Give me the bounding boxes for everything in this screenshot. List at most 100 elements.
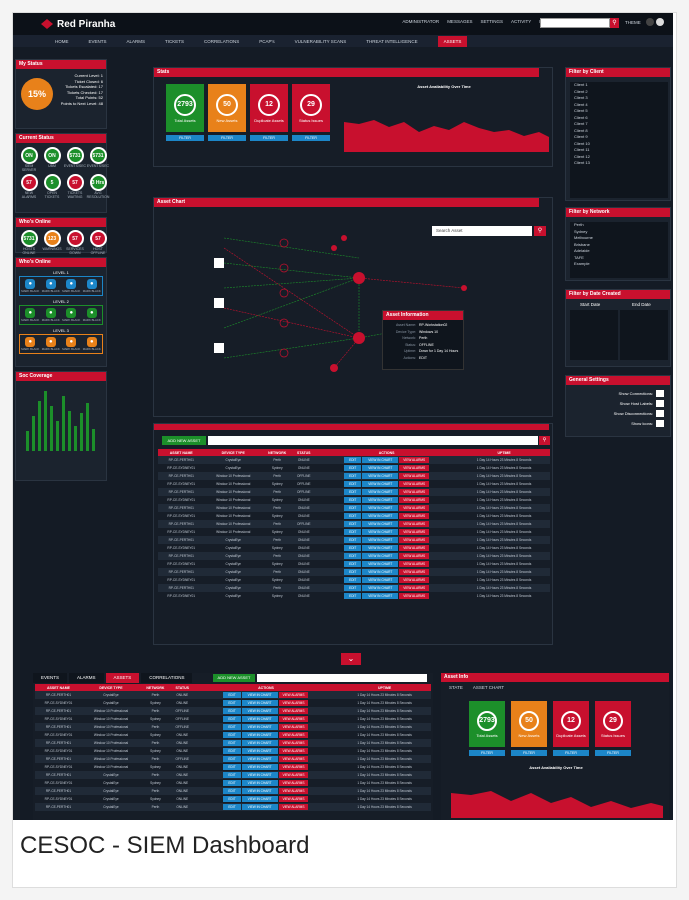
bottom-tab[interactable]: ASSETS (105, 673, 140, 683)
view-chart-button[interactable]: VIEW IN CHART (362, 521, 399, 527)
column-header[interactable]: UPTIME (458, 449, 550, 456)
view-alarms-button[interactable]: VIEW ALARMS (399, 553, 430, 559)
view-chart-button[interactable]: VIEW IN CHART (241, 780, 278, 786)
view-alarms-button[interactable]: VIEW ALARMS (399, 577, 430, 583)
view-chart-button[interactable]: VIEW IN CHART (362, 545, 399, 551)
view-chart-button[interactable]: VIEW IN CHART (241, 740, 278, 746)
table-row[interactable]: RP-CE-PERTH01 CrystalEye Perth ONLINE EDIT V… (35, 771, 431, 779)
view-chart-button[interactable]: VIEW IN CHART (362, 561, 399, 567)
user-item[interactable]: ● MARK BLACK (42, 308, 60, 322)
edit-button[interactable]: EDIT (344, 569, 362, 575)
filter-button[interactable]: FILTER (553, 750, 589, 756)
column-header[interactable]: DEVICE TYPE (204, 449, 263, 456)
user-item[interactable]: ● MARK BLACK (42, 337, 60, 351)
edit-button[interactable]: EDIT (344, 513, 362, 519)
bottom-tab[interactable]: CORRELATIONS (141, 673, 193, 683)
edit-button[interactable]: EDIT (223, 700, 241, 706)
edit-button[interactable]: EDIT (344, 577, 362, 583)
theme-dark-dot[interactable] (646, 18, 654, 26)
top-link[interactable]: MESSAGES (447, 19, 472, 24)
view-chart-button[interactable]: VIEW IN CHART (362, 577, 399, 583)
edit-button[interactable]: EDIT (344, 505, 362, 511)
bottom-tab[interactable]: ALARMS (69, 673, 104, 683)
client-item[interactable]: Client 13 (570, 160, 668, 167)
view-alarms-button[interactable]: VIEW ALARMS (399, 513, 430, 519)
view-chart-button[interactable]: VIEW IN CHART (241, 700, 278, 706)
search-icon[interactable]: ⚲ (534, 226, 546, 236)
view-chart-button[interactable]: VIEW IN CHART (362, 593, 399, 599)
edit-button[interactable]: EDIT (344, 537, 362, 543)
table-row[interactable]: RP-CE-PERTH01 Window 10 Professional Perth… (35, 723, 431, 731)
user-item[interactable]: ● MARK BLACK (21, 308, 39, 322)
filter-button[interactable]: FILTER (292, 135, 330, 141)
view-alarms-button[interactable]: VIEW ALARMS (278, 796, 309, 802)
setting-checkbox[interactable] (656, 409, 664, 417)
user-item[interactable]: ● MARK BLACK (21, 279, 39, 293)
edit-button[interactable]: EDIT (344, 481, 362, 487)
edit-button[interactable]: EDIT (344, 529, 362, 535)
table-row[interactable]: RP-CE-SYDNEY01 Window 10 Professional Sydn… (35, 715, 431, 723)
table-row[interactable]: RP-CE-SYDNEY01 Window 10 Professional Sydn… (35, 747, 431, 755)
edit-button[interactable]: EDIT (344, 489, 362, 495)
nav-item[interactable]: ALARMS (127, 39, 146, 44)
column-header[interactable]: ASSET NAME (35, 684, 82, 691)
edit-button[interactable]: EDIT (223, 724, 241, 730)
table-row[interactable]: RP-CE-SYDNEY01 CrystalEye Sydney ONLINE EDIT… (158, 464, 550, 472)
view-chart-button[interactable]: VIEW IN CHART (241, 764, 278, 770)
view-chart-button[interactable]: VIEW IN CHART (241, 716, 278, 722)
view-chart-button[interactable]: VIEW IN CHART (241, 796, 278, 802)
view-chart-button[interactable]: VIEW IN CHART (362, 497, 399, 503)
view-chart-button[interactable]: VIEW IN CHART (362, 465, 399, 471)
edit-button[interactable]: EDIT (223, 756, 241, 762)
user-item[interactable]: ● MARK BLACK (83, 337, 101, 351)
edit-button[interactable]: EDIT (344, 593, 362, 599)
column-header[interactable]: ACTIONS (315, 449, 459, 456)
search-icon[interactable]: ⚲ (610, 18, 619, 28)
view-chart-button[interactable]: VIEW IN CHART (241, 692, 278, 698)
nav-item[interactable]: HOME (55, 39, 69, 44)
view-alarms-button[interactable]: VIEW ALARMS (278, 764, 309, 770)
table-row[interactable]: RP-CE-SYDNEY01 Window 10 Professional Sydn… (158, 496, 550, 504)
view-chart-button[interactable]: VIEW IN CHART (241, 804, 278, 810)
edit-button[interactable]: EDIT (223, 796, 241, 802)
view-alarms-button[interactable]: VIEW ALARMS (399, 497, 430, 503)
top-link[interactable]: SETTINGS (480, 19, 503, 24)
nav-item[interactable]: CORRELATIONS (204, 39, 239, 44)
table-row[interactable]: RP-CE-SYDNEY01 Window 10 Professional Sydn… (35, 763, 431, 771)
column-header[interactable]: STATUS (170, 684, 194, 691)
table-row[interactable]: RP-CE-PERTH01 Window 10 Professional Perth… (158, 488, 550, 496)
table-row[interactable]: RP-CE-PERTH01 Window 10 Professional Perth… (35, 707, 431, 715)
setting-checkbox[interactable] (656, 399, 664, 407)
view-chart-button[interactable]: VIEW IN CHART (241, 724, 278, 730)
column-header[interactable]: NETWORK (140, 684, 171, 691)
view-alarms-button[interactable]: VIEW ALARMS (278, 748, 309, 754)
table-row[interactable]: RP-CE-SYDNEY01 CrystalEye Sydney ONLINE EDIT… (158, 544, 550, 552)
view-chart-button[interactable]: VIEW IN CHART (241, 756, 278, 762)
table-row[interactable]: RP-CE-PERTH01 Window 10 Professional Perth… (158, 520, 550, 528)
edit-button[interactable]: EDIT (344, 497, 362, 503)
table-row[interactable]: RP-CE-SYDNEY01 CrystalEye Sydney ONLINE EDIT… (35, 795, 431, 803)
network-graph[interactable] (184, 228, 514, 398)
column-header[interactable]: NETWORK (262, 449, 293, 456)
table-row[interactable]: RP-CE-PERTH01 CrystalEye Perth ONLINE EDIT V… (158, 568, 550, 576)
filter-button[interactable]: FILTER (469, 750, 505, 756)
view-alarms-button[interactable]: VIEW ALARMS (399, 545, 430, 551)
table-row[interactable]: RP-CE-PERTH01 CrystalEye Perth ONLINE EDIT V… (35, 691, 431, 699)
view-alarms-button[interactable]: VIEW ALARMS (399, 585, 430, 591)
start-date-calendar[interactable] (570, 310, 618, 360)
bottom-tab[interactable]: EVENTS (33, 673, 68, 683)
view-alarms-button[interactable]: VIEW ALARMS (399, 561, 430, 567)
tab-state[interactable]: STATE (449, 685, 463, 690)
edit-button[interactable]: EDIT (223, 804, 241, 810)
view-alarms-button[interactable]: VIEW ALARMS (278, 700, 309, 706)
edit-button[interactable]: EDIT (223, 780, 241, 786)
edit-button[interactable]: EDIT (223, 708, 241, 714)
view-chart-button[interactable]: VIEW IN CHART (241, 708, 278, 714)
view-alarms-button[interactable]: VIEW ALARMS (399, 569, 430, 575)
table-row[interactable]: RP-CE-PERTH01 Window 10 Professional Perth… (35, 739, 431, 747)
theme-toggle[interactable] (646, 18, 664, 26)
view-chart-button[interactable]: VIEW IN CHART (362, 569, 399, 575)
view-chart-button[interactable]: VIEW IN CHART (362, 529, 399, 535)
view-chart-button[interactable]: VIEW IN CHART (241, 732, 278, 738)
table-row[interactable]: RP-CE-SYDNEY01 CrystalEye Sydney ONLINE EDIT… (35, 779, 431, 787)
